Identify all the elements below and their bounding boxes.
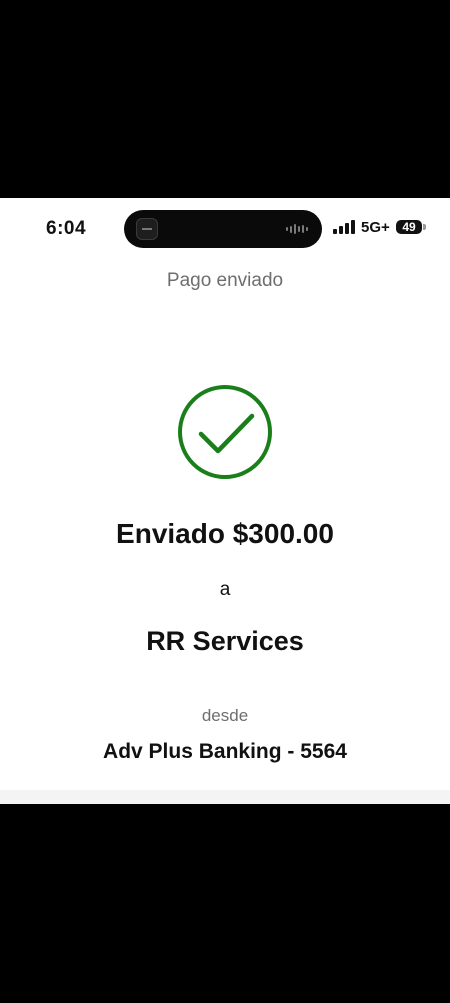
from-label: desde xyxy=(201,706,249,725)
app-activity-icon xyxy=(136,218,158,240)
page-title: Pago enviado xyxy=(166,270,284,291)
to-label: a xyxy=(219,579,231,600)
phone-screen: 6:04 5G+ 49 Pago enviado Enviado $300.00… xyxy=(0,198,450,804)
top-black-area xyxy=(0,0,450,198)
dynamic-island[interactable] xyxy=(124,210,322,248)
source-account: Adv Plus Banking - 5564 xyxy=(103,740,347,763)
bottom-black-area xyxy=(0,804,450,1003)
cellular-signal-icon xyxy=(333,220,355,234)
network-type: 5G+ xyxy=(361,219,390,236)
sent-amount: Enviado $300.00 xyxy=(116,518,334,549)
battery-icon: 49 xyxy=(396,220,422,234)
status-time: 6:04 xyxy=(46,218,87,239)
recipient-name: RR Services xyxy=(146,626,304,656)
bottom-divider xyxy=(0,790,450,804)
check-circle-icon xyxy=(178,385,272,479)
battery-cap xyxy=(423,224,426,230)
audio-waveform-icon xyxy=(286,224,308,234)
